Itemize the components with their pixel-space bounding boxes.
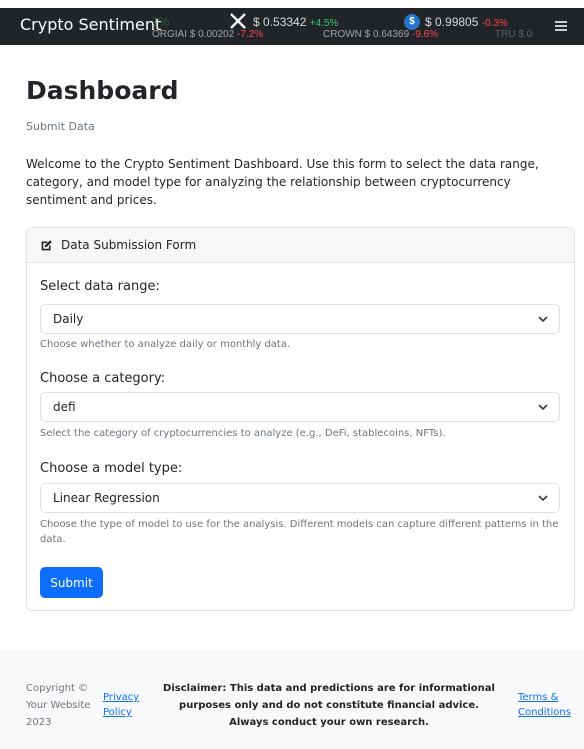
edit-icon <box>41 239 52 250</box>
data-range-select[interactable]: Daily <box>40 304 560 334</box>
data-submission-form-card: Data Submission Form Select data range: … <box>26 227 575 611</box>
ticker-item: CROWN $ 0.64369 -9.6% <box>323 29 438 40</box>
card-header-title: Data Submission Form <box>61 238 197 252</box>
submit-button[interactable]: Submit <box>40 567 103 598</box>
ticker-price: CROWN $ 0.64369 <box>323 29 410 40</box>
ticker-change: +4.5% <box>309 18 339 29</box>
ticker-change: -9.6% <box>411 29 439 40</box>
ticker-price: TRU $ 0 <box>495 29 533 40</box>
ticker-change: -7.2% <box>237 29 264 40</box>
model-type-select[interactable]: Linear Regression <box>40 483 560 513</box>
ticker-item: $ 0.99805 -0.3% <box>425 15 508 29</box>
category-help: Select the category of cryptocurrencies … <box>40 428 446 439</box>
category-label: Choose a category: <box>40 371 166 386</box>
ticker-item: $ 0.53342 +4.5% <box>253 15 338 29</box>
x-logo-icon <box>230 13 246 29</box>
ticker-price: ORGIAI $ 0.00202 <box>152 29 235 40</box>
disclaimer-text: Disclaimer: This data and predictions ar… <box>163 683 495 728</box>
intro-text: Welcome to the Crypto Sentiment Dashboar… <box>26 157 539 207</box>
ticker-price: $ 0.53342 <box>253 15 307 29</box>
page-title: Dashboard <box>26 76 179 105</box>
terms-conditions-link[interactable]: Terms & Conditions <box>518 690 578 720</box>
footer: Copyright © Your Website 2023 Privacy Po… <box>0 650 584 749</box>
card-header: Data Submission Form <box>27 228 574 263</box>
usdc-logo-icon: $ <box>404 14 420 30</box>
ticker-price: $ 0.99805 <box>425 15 479 29</box>
copyright-text: Copyright © Your Website 2023 <box>26 683 91 728</box>
data-range-help: Choose whether to analyze daily or month… <box>40 339 291 350</box>
category-value: defi <box>53 400 76 414</box>
data-range-value: Daily <box>53 312 84 326</box>
page-subtitle: Submit Data <box>26 120 95 133</box>
ticker-change: 1% <box>152 15 170 29</box>
top-navbar: Crypto Sentiment 1% $ 0.53342 +4.5% $ $ … <box>0 8 584 45</box>
hamburger-menu-icon[interactable] <box>555 21 567 31</box>
privacy-policy-link[interactable]: Privacy Policy <box>103 690 143 720</box>
chevron-down-icon <box>538 404 548 411</box>
model-type-label: Choose a model type: <box>40 461 183 476</box>
chevron-down-icon <box>538 495 548 502</box>
model-type-help: Choose the type of model to use for the … <box>40 519 559 545</box>
ticker-item: 1% <box>152 15 169 29</box>
ticker-change: -0.3% <box>481 18 508 29</box>
brand-title[interactable]: Crypto Sentiment <box>20 15 161 34</box>
ticker-item: TRU $ 0 <box>495 29 532 40</box>
ticker-item: ORGIAI $ 0.00202 -7.2% <box>152 29 263 40</box>
category-select[interactable]: defi <box>40 392 560 422</box>
data-range-label: Select data range: <box>40 279 160 294</box>
model-type-value: Linear Regression <box>53 491 160 505</box>
chevron-down-icon <box>538 316 548 323</box>
